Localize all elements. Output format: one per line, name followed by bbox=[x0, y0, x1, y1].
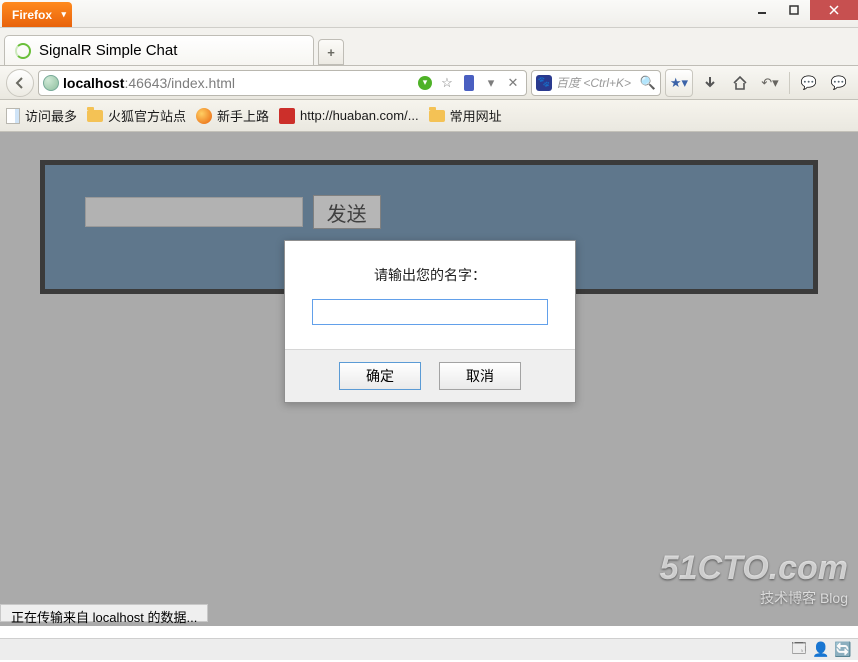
page-icon bbox=[6, 108, 20, 124]
addon-bar: 🗔 👤 🔄 bbox=[0, 638, 858, 660]
watermark: 51CTO.com 技术博客 Blog bbox=[660, 549, 848, 608]
url-path: :46643/index.html bbox=[124, 75, 235, 91]
back-arrow-icon bbox=[13, 76, 27, 90]
bookmark-label: 常用网址 bbox=[450, 106, 502, 125]
maximize-icon bbox=[789, 5, 799, 15]
home-icon bbox=[732, 75, 748, 91]
cancel-button[interactable]: 取消 bbox=[439, 362, 521, 390]
tab-strip: SignalR Simple Chat + bbox=[0, 28, 858, 66]
chat-icon[interactable]: 💬 bbox=[796, 69, 822, 97]
site-icon bbox=[279, 108, 295, 124]
bookmark-huaban[interactable]: http://huaban.com/... bbox=[279, 108, 419, 124]
url-bar[interactable]: localhost:46643/index.html ▾ ☆ ▾ ✕ bbox=[38, 70, 527, 96]
addon-icon-1[interactable]: 🗔 bbox=[790, 641, 808, 659]
home-button[interactable] bbox=[727, 69, 753, 97]
bookmark-getting-started[interactable]: 新手上路 bbox=[196, 106, 269, 125]
bookmark-most-visited[interactable]: 访问最多 bbox=[6, 106, 77, 125]
downloads-button[interactable] bbox=[697, 69, 723, 97]
bookmark-label: http://huaban.com/... bbox=[300, 108, 419, 123]
prompt-label: 请输出您的名字： bbox=[305, 265, 555, 285]
bookmark-star-icon[interactable]: ☆ bbox=[438, 74, 456, 92]
url-host: localhost bbox=[63, 75, 124, 91]
search-placeholder: 百度 <Ctrl+K> bbox=[556, 74, 636, 91]
nav-toolbar: localhost:46643/index.html ▾ ☆ ▾ ✕ 🐾 百度 … bbox=[0, 66, 858, 100]
bookmarks-menu-button[interactable]: ★▾ bbox=[665, 69, 693, 97]
status-bar: 正在传输来自 localhost 的数据... bbox=[0, 604, 208, 622]
status-text: 正在传输来自 localhost 的数据... bbox=[11, 610, 197, 625]
close-button[interactable] bbox=[810, 0, 858, 20]
message-input[interactable] bbox=[85, 197, 303, 227]
bookmark-label: 访问最多 bbox=[25, 106, 77, 125]
bookmark-label: 新手上路 bbox=[217, 106, 269, 125]
loading-icon bbox=[15, 43, 31, 59]
stop-icon[interactable]: ✕ bbox=[504, 74, 522, 92]
close-icon bbox=[829, 5, 839, 15]
globe-icon bbox=[43, 75, 59, 91]
url-text: localhost:46643/index.html bbox=[63, 75, 412, 91]
folder-icon bbox=[87, 110, 103, 122]
firefox-icon bbox=[196, 108, 212, 124]
bookmark-label: 火狐官方站点 bbox=[108, 106, 186, 125]
addon-icon-2[interactable]: 👤 bbox=[812, 641, 830, 659]
tab-signalr[interactable]: SignalR Simple Chat bbox=[4, 35, 314, 65]
minimize-icon bbox=[757, 5, 767, 15]
firefox-menu-button[interactable]: Firefox bbox=[2, 2, 72, 27]
go-icon[interactable]: ▾ bbox=[416, 74, 434, 92]
plus-icon: + bbox=[327, 45, 335, 60]
search-bar[interactable]: 🐾 百度 <Ctrl+K> 🔍 bbox=[531, 70, 661, 96]
watermark-sub: 技术博客 Blog bbox=[660, 588, 848, 608]
addon-icon-3[interactable]: 🔄 bbox=[834, 641, 852, 659]
maximize-button[interactable] bbox=[778, 0, 810, 20]
device-icon[interactable] bbox=[460, 74, 478, 92]
bookmarks-toolbar: 访问最多 火狐官方站点 新手上路 http://huaban.com/... 常… bbox=[0, 100, 858, 132]
folder-icon bbox=[429, 110, 445, 122]
minimize-button[interactable] bbox=[746, 0, 778, 20]
ok-button[interactable]: 确定 bbox=[339, 362, 421, 390]
name-prompt-dialog: 请输出您的名字： 确定 取消 bbox=[284, 240, 576, 403]
tab-title: SignalR Simple Chat bbox=[39, 42, 177, 59]
page-viewport: 发送 请输出您的名字： 确定 取消 51CTO.com 技术博客 Blog bbox=[0, 132, 858, 626]
feedback-icon[interactable]: 💬 bbox=[826, 69, 852, 97]
new-tab-button[interactable]: + bbox=[318, 39, 344, 65]
bookmark-firefox-official[interactable]: 火狐官方站点 bbox=[87, 106, 186, 125]
back-button[interactable] bbox=[6, 69, 34, 97]
firefox-menu-label: Firefox bbox=[12, 8, 52, 22]
dropdown-icon[interactable]: ▾ bbox=[482, 74, 500, 92]
name-input[interactable] bbox=[312, 299, 548, 325]
bookmark-common-sites[interactable]: 常用网址 bbox=[429, 106, 502, 125]
window-titlebar: Firefox bbox=[0, 0, 858, 28]
baidu-icon: 🐾 bbox=[536, 75, 552, 91]
undo-close-button[interactable]: ↶▾ bbox=[757, 69, 783, 97]
search-icon[interactable]: 🔍 bbox=[640, 75, 656, 91]
watermark-main: 51CTO.com bbox=[660, 549, 848, 588]
separator bbox=[789, 72, 790, 94]
download-icon bbox=[702, 75, 718, 91]
send-button[interactable]: 发送 bbox=[313, 195, 381, 229]
